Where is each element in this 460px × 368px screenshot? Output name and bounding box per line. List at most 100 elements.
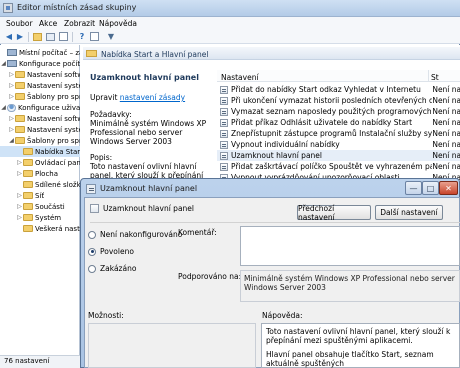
toolbar (0, 30, 460, 44)
tree-item-desktop[interactable]: ▷ Plocha (0, 168, 80, 179)
tree-item-control-panel[interactable]: ▷Ovládací panely (0, 157, 80, 168)
tree-item-user-admin-templates[interactable]: ◢Šablony pro správu (0, 135, 80, 146)
previous-setting-button[interactable]: Předchozí nastavení (297, 204, 371, 222)
properties-icon[interactable] (90, 32, 99, 41)
tree-item-user-config[interactable]: ◢Konfigurace uživatele (0, 102, 80, 113)
collapsed-icon[interactable]: ▷ (16, 203, 23, 210)
computer-icon (7, 49, 17, 56)
folder-icon (23, 203, 33, 210)
menu-zobrazit[interactable]: Zobrazit (64, 19, 95, 28)
collapsed-icon[interactable]: ▷ (16, 159, 23, 166)
collapsed-icon[interactable]: ▷ (8, 71, 15, 78)
setting-name: Uzamknout hlavní panel (103, 204, 194, 213)
folder-icon (15, 126, 25, 133)
options-label: Možnosti: (88, 311, 124, 320)
status-text: 76 nastavení (4, 357, 50, 365)
collapsed-icon[interactable]: ▷ (8, 115, 15, 122)
folder-icon (15, 137, 25, 144)
comment-label: Komentář: (178, 228, 217, 237)
expand-icon[interactable]: ◢ (8, 137, 15, 144)
folder-icon (23, 148, 33, 155)
menu-soubor[interactable]: Soubor (6, 19, 33, 28)
supported-on-text: Minimálně systém Windows XP Professional… (244, 274, 455, 292)
setting-icon (220, 151, 228, 160)
toolbar-separator (72, 32, 73, 42)
tree-item-shared-folders[interactable]: Sdílené složky (0, 179, 80, 190)
expand-icon[interactable]: ◢ (0, 104, 7, 111)
folder-up-icon[interactable] (33, 33, 42, 41)
column-divider[interactable] (428, 70, 429, 82)
minimize-button[interactable]: — (405, 181, 422, 195)
details-header-title: Nabídka Start a Hlavní panel (101, 50, 209, 59)
dialog-title: Uzamknout hlavní panel (100, 184, 198, 193)
tree-item-components[interactable]: ▷ Součásti (0, 201, 80, 212)
tree-item-all-settings[interactable]: Veškerá nastavení (0, 223, 80, 234)
back-arrow-icon[interactable]: ◀ (4, 32, 14, 42)
forward-arrow-icon[interactable]: ▶ (15, 32, 25, 42)
folder-icon (23, 170, 33, 177)
tree-item-local-policy[interactable]: Místní počítač – zásady (0, 47, 80, 58)
radio-button-icon[interactable] (88, 230, 96, 239)
setting-icon (220, 118, 228, 127)
folder-icon (15, 93, 25, 100)
column-header-name[interactable]: Nastavení (221, 73, 259, 82)
expand-icon[interactable]: ◢ (0, 60, 7, 67)
maximize-button[interactable]: □ (422, 181, 439, 195)
window-title: Editor místních zásad skupiny (17, 3, 137, 12)
radio-enabled[interactable]: Povoleno (88, 247, 134, 256)
help-label: Nápověda: (262, 311, 303, 320)
computer-icon (7, 60, 17, 67)
tree-item-user-system[interactable]: ▷Nastavení systému (0, 124, 80, 135)
tree-item-network[interactable]: ▷ Síť (0, 190, 80, 201)
collapsed-icon[interactable]: ▷ (8, 93, 15, 100)
setting-row[interactable]: Znepřístupnit zástupce programů Instalač… (217, 128, 460, 139)
menu-akce[interactable]: Akce (39, 19, 57, 28)
folder-icon (23, 192, 33, 199)
tree-item-admin-templates[interactable]: ▷Šablony pro správu (0, 91, 80, 102)
filter-icon[interactable]: ▼ (106, 32, 116, 42)
collapsed-icon[interactable]: ▷ (16, 170, 23, 177)
tree-item-start-menu[interactable]: Nabídka Start (0, 146, 80, 157)
folder-icon (23, 225, 33, 232)
setting-row-selected[interactable]: Uzamknout hlavní panel Není na (217, 150, 460, 161)
close-button[interactable]: ✕ (439, 181, 458, 195)
tree-item-system-settings[interactable]: ▷Nastavení systému (0, 80, 80, 91)
minimize-icon: — (409, 183, 418, 193)
tree-item-user-software[interactable]: ▷Nastavení softwaru (0, 113, 80, 124)
edit-policy-link[interactable]: nastavení zásady (120, 93, 185, 102)
menu-napoveda[interactable]: Nápověda (99, 19, 137, 28)
folder-icon (15, 82, 25, 89)
description-label: Popis: (90, 153, 113, 162)
maximize-icon: □ (426, 183, 435, 193)
radio-not-configured[interactable]: Není nakonfigurováno (88, 230, 182, 239)
radio-disabled[interactable]: Zakázáno (88, 264, 136, 273)
next-setting-button[interactable]: Další nastavení (375, 205, 443, 220)
help-icon[interactable]: ? (77, 32, 87, 42)
collapsed-icon[interactable]: ▷ (16, 214, 23, 221)
setting-row[interactable]: Vymazat seznam naposledy použitých progr… (217, 106, 460, 117)
setting-icon (86, 184, 96, 194)
setting-row[interactable]: Při ukončení vymazat historii posledních… (217, 95, 460, 106)
setting-row[interactable]: Přidat příkaz Odhlásit uživatele do nabí… (217, 117, 460, 128)
collapsed-icon[interactable]: ▷ (16, 192, 23, 199)
supported-on-label: Podporováno na: (178, 272, 242, 281)
radio-button-selected-icon[interactable] (88, 247, 96, 256)
collapsed-icon[interactable]: ▷ (8, 126, 15, 133)
folder-icon (15, 71, 25, 78)
setting-row[interactable]: Vypnout individuální nabídky Není na (217, 139, 460, 150)
setting-row[interactable]: Přidat do nabídky Start odkaz Vyhledat v… (217, 84, 460, 95)
column-header-state[interactable]: St (431, 73, 439, 82)
comment-field[interactable] (240, 226, 460, 266)
setting-icon (220, 96, 228, 105)
tree-item-software-settings[interactable]: ▷Nastavení softwaru (0, 69, 80, 80)
folder-icon (86, 50, 97, 57)
collapsed-icon[interactable]: ▷ (8, 82, 15, 89)
tree-item-system[interactable]: ▷ Systém (0, 212, 80, 223)
radio-button-icon[interactable] (88, 264, 96, 273)
tree-item-computer-config[interactable]: ◢Konfigurace počítače (0, 58, 80, 69)
setting-row[interactable]: Přidat zaškrtávací políčko Spouštět ve v… (217, 161, 460, 172)
export-list-icon[interactable] (59, 32, 68, 41)
show-hide-tree-icon[interactable] (46, 33, 55, 41)
folder-icon (23, 159, 33, 166)
close-icon: ✕ (445, 183, 452, 193)
